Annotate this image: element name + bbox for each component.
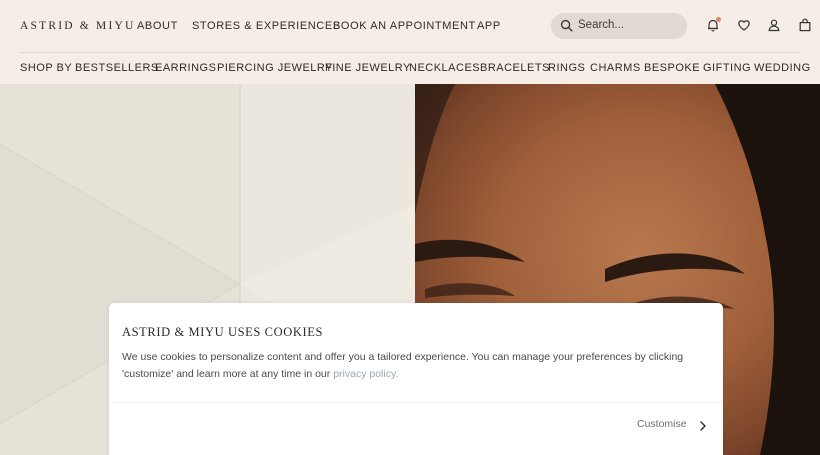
search-input[interactable]: Search... xyxy=(551,13,687,39)
brand-logo[interactable]: ASTRID & MIYU xyxy=(20,20,136,32)
notification-dot xyxy=(716,17,721,22)
nav-item-piercing-jewelry[interactable]: PIERCING JEWELRY xyxy=(217,62,333,74)
top-header: ASTRID & MIYU ABOUT STORES & EXPERIENCES… xyxy=(0,0,820,52)
bag-icon[interactable] xyxy=(798,18,812,32)
cookie-message: We use cookies to personalize content an… xyxy=(122,349,712,383)
nav-link-book-appointment[interactable]: BOOK AN APPOINTMENT xyxy=(333,20,476,32)
privacy-policy-link[interactable]: privacy policy. xyxy=(333,368,398,380)
cookie-title: ASTRID & MIYU USES COOKIES xyxy=(122,325,324,339)
nav-item-rings[interactable]: RINGS xyxy=(548,62,585,74)
nav-item-earrings[interactable]: EARRINGS xyxy=(155,62,216,74)
nav-item-wedding[interactable]: WEDDING xyxy=(754,62,811,74)
nav-item-bracelets[interactable]: BRACELETS xyxy=(480,62,550,74)
nav-item-fine-jewelry[interactable]: FINE JEWELRY xyxy=(325,62,411,74)
nav-item-gifting[interactable]: GIFTING xyxy=(703,62,751,74)
cookie-body-text: We use cookies to personalize content an… xyxy=(122,351,684,380)
nav-item-shop-by[interactable]: SHOP BY xyxy=(20,62,72,74)
nav-item-bestsellers[interactable]: BESTSELLERS xyxy=(75,62,159,74)
cookie-divider xyxy=(109,402,723,403)
nav-link-about[interactable]: ABOUT xyxy=(137,20,178,32)
search-icon xyxy=(560,19,573,32)
cookie-banner: ASTRID & MIYU USES COOKIES We use cookie… xyxy=(109,303,723,455)
nav-item-necklaces[interactable]: NECKLACES xyxy=(409,62,480,74)
customise-button[interactable]: Customise xyxy=(637,418,687,430)
nav-item-bespoke[interactable]: BESPOKE xyxy=(644,62,700,74)
nav-link-app[interactable]: APP xyxy=(477,20,501,32)
heart-icon[interactable] xyxy=(737,18,751,32)
header-divider xyxy=(20,52,800,53)
chevron-right-icon[interactable] xyxy=(699,421,707,431)
nav-link-stores[interactable]: STORES & EXPERIENCES xyxy=(192,20,341,32)
user-icon[interactable] xyxy=(767,18,781,32)
nav-item-charms[interactable]: CHARMS xyxy=(590,62,641,74)
search-placeholder: Search... xyxy=(578,19,625,31)
